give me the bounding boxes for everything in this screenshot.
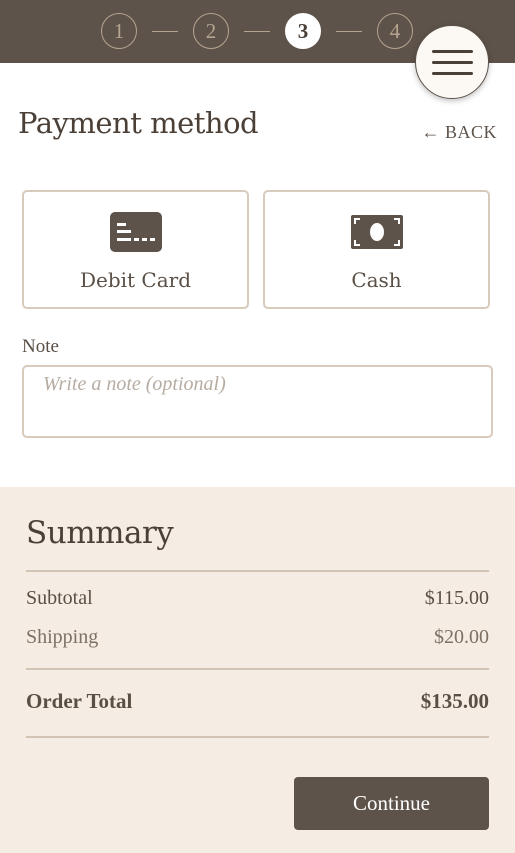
continue-button[interactable]: Continue [294, 777, 489, 830]
summary-title: Summary [26, 515, 174, 551]
payment-option-debit-card[interactable]: Debit Card [22, 190, 249, 309]
payment-option-label: Cash [351, 268, 402, 292]
note-field[interactable] [22, 365, 493, 438]
shipping-label: Shipping [26, 626, 99, 648]
order-total-label: Order Total [26, 689, 133, 713]
note-label: Note [22, 336, 59, 357]
divider [26, 736, 489, 738]
back-link[interactable]: ← BACK [421, 122, 497, 143]
step-3-active[interactable]: 3 [285, 13, 321, 49]
credit-card-icon [109, 212, 162, 256]
page-title: Payment method [18, 106, 259, 140]
shipping-value: $20.00 [434, 626, 489, 648]
menu-button[interactable] [415, 25, 489, 99]
payment-option-cash[interactable]: Cash [263, 190, 490, 309]
step-separator [336, 31, 362, 32]
step-separator [244, 31, 270, 32]
step-separator [152, 31, 178, 32]
order-summary: Summary Subtotal $115.00 Shipping $20.00… [0, 487, 515, 853]
step-4[interactable]: 4 [377, 13, 413, 49]
order-total-value: $135.00 [420, 689, 489, 713]
divider [26, 570, 489, 572]
banknote-icon [350, 212, 403, 253]
subtotal-value: $115.00 [424, 587, 489, 609]
step-1[interactable]: 1 [101, 13, 137, 49]
subtotal-label: Subtotal [26, 587, 93, 609]
step-2[interactable]: 2 [193, 13, 229, 49]
payment-option-label: Debit Card [79, 268, 192, 292]
divider [26, 668, 489, 670]
